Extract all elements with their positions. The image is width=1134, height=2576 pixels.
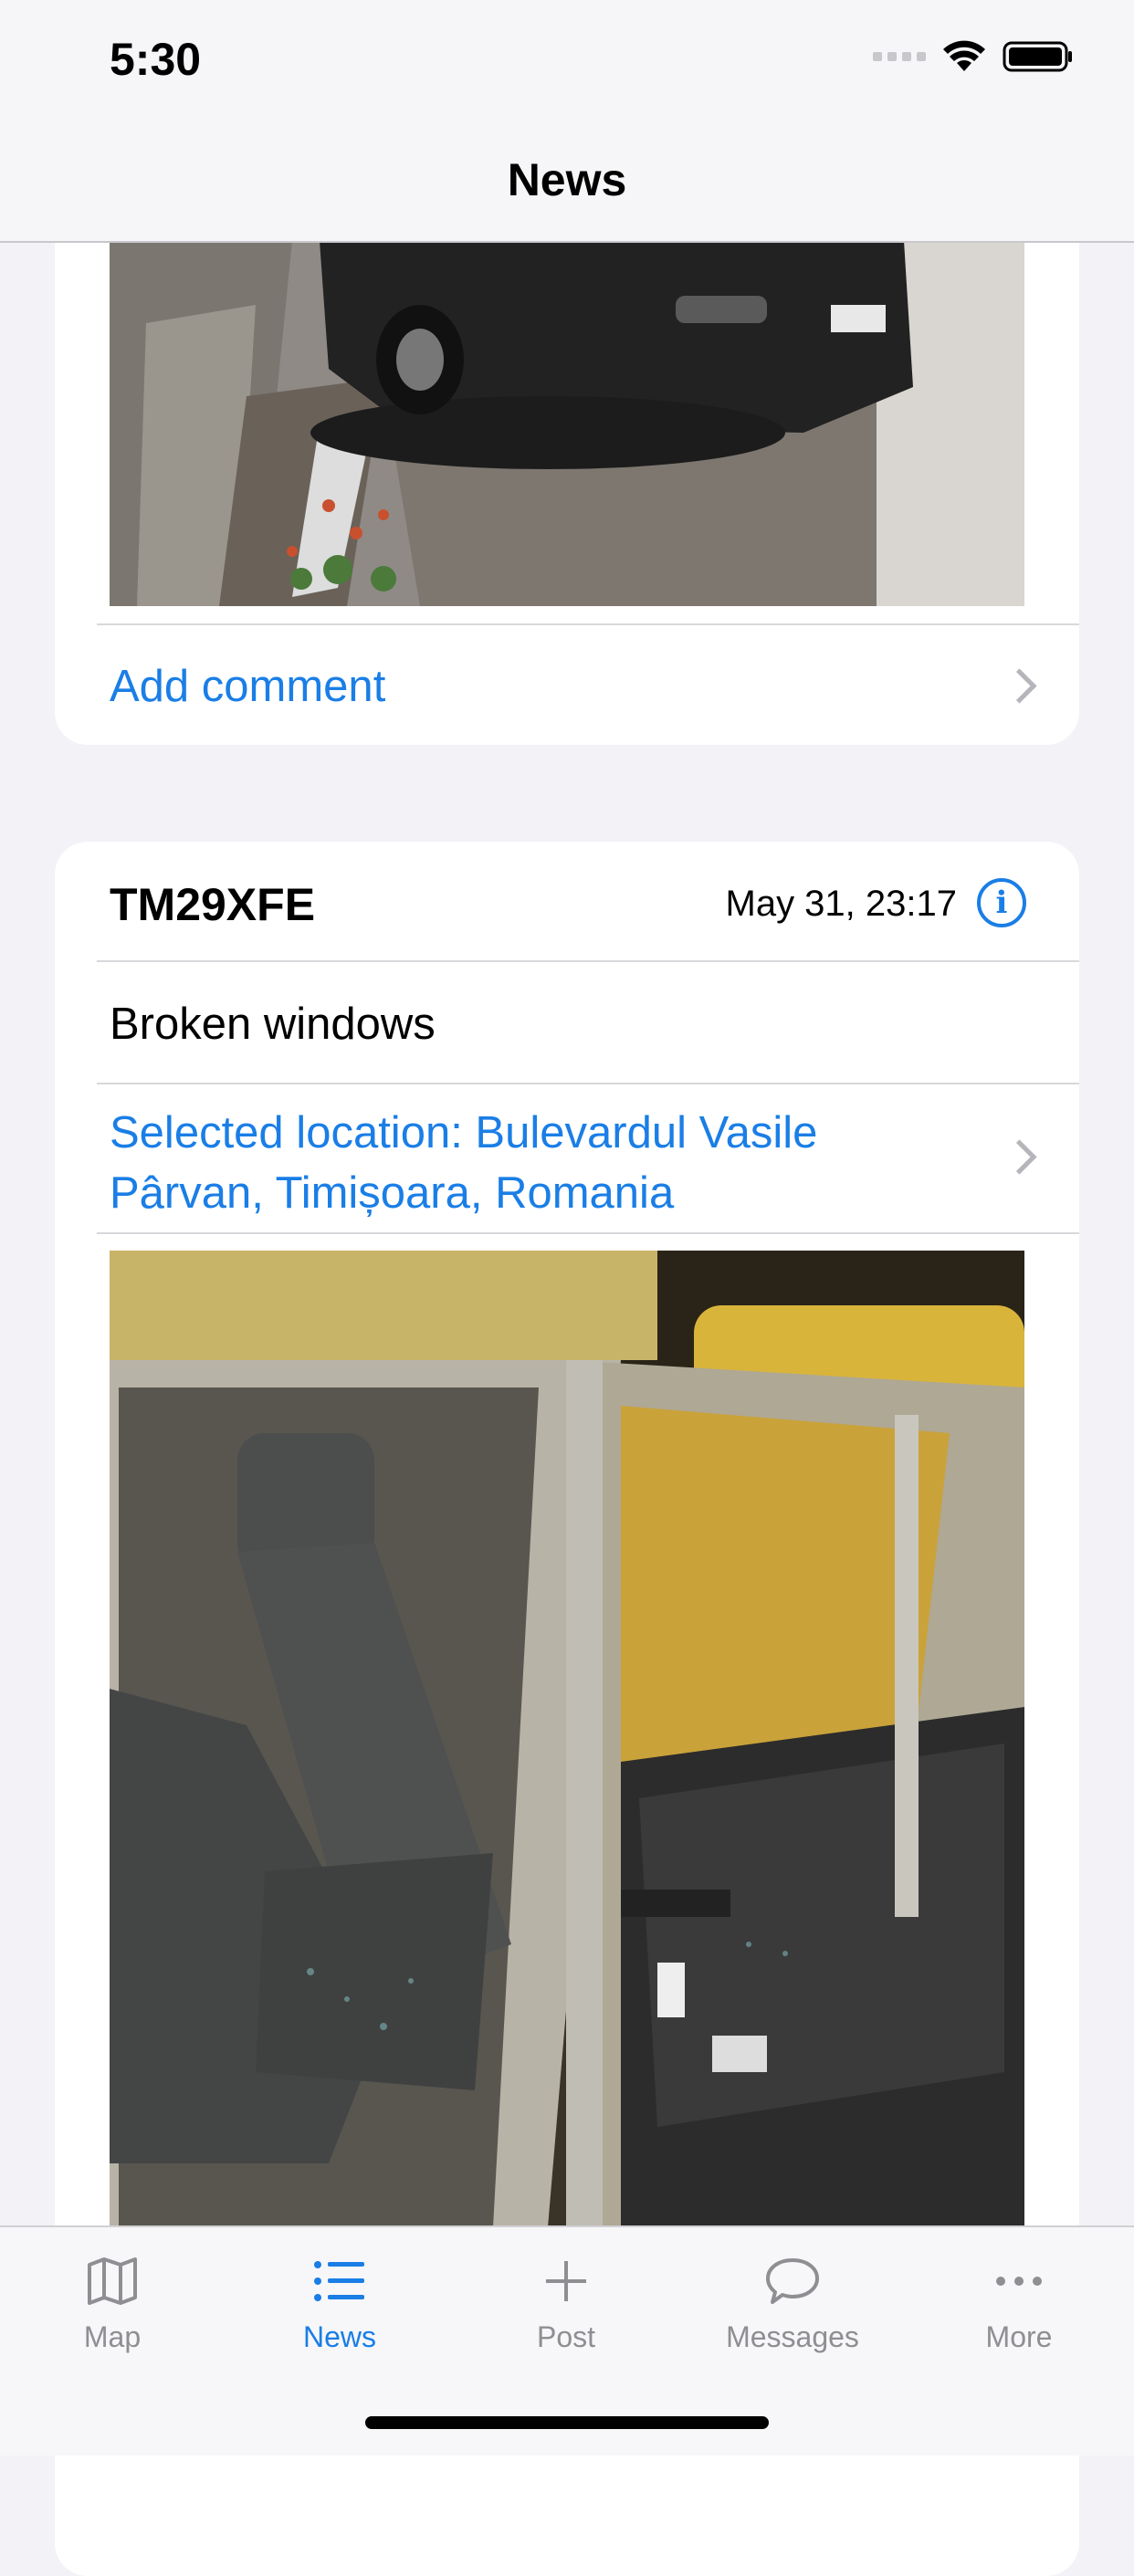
tab-label: Post — [536, 2320, 596, 2353]
page-title: News — [507, 154, 627, 205]
home-indicator[interactable] — [365, 2416, 769, 2429]
tab-map[interactable]: Map — [21, 2249, 204, 2354]
add-comment-button[interactable]: Add comment — [110, 661, 1034, 712]
crashed-car-photo[interactable] — [110, 241, 1024, 606]
tab-label: More — [985, 2320, 1053, 2353]
cellular-signal-icon — [873, 52, 926, 61]
status-time: 5:30 — [110, 34, 202, 85]
broken-windows-photo[interactable] — [110, 1251, 1024, 2227]
chat-bubble-icon — [766, 2258, 819, 2304]
tab-label: News — [302, 2320, 376, 2353]
tab-more[interactable]: More — [928, 2249, 1110, 2354]
divider — [97, 1083, 1079, 1084]
tab-messages[interactable]: Messages — [701, 2249, 884, 2354]
list-icon — [314, 2261, 364, 2301]
license-plate: TM29XFE — [110, 879, 316, 930]
status-icons — [873, 40, 1074, 73]
map-icon — [88, 2257, 137, 2305]
tab-label: Map — [83, 2320, 142, 2353]
ellipsis-icon — [996, 2277, 1042, 2286]
wifi-icon — [943, 40, 985, 71]
chevron-right-icon — [1002, 1139, 1037, 1175]
plus-icon — [546, 2261, 586, 2301]
navigation-bar: 5:30 News — [0, 0, 1134, 243]
info-icon[interactable]: i — [977, 878, 1026, 927]
post-date: May 31, 23:17 — [725, 884, 958, 924]
divider — [97, 623, 1079, 625]
tab-post[interactable]: Post — [475, 2249, 657, 2354]
post-description: Broken windows — [110, 1000, 436, 1049]
tab-label: Messages — [726, 2320, 859, 2353]
add-comment-label: Add comment — [110, 662, 386, 711]
selected-location-link[interactable]: Selected location: Bulevardul Vasile Pâr… — [110, 1103, 931, 1223]
divider — [97, 960, 1079, 962]
divider — [97, 1232, 1079, 1234]
battery-icon — [1003, 41, 1072, 72]
tab-news[interactable]: News — [248, 2249, 431, 2354]
